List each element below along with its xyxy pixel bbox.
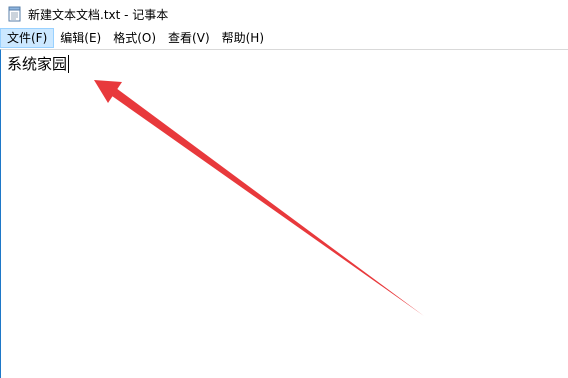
menu-edit[interactable]: 编辑(E): [54, 28, 107, 48]
notepad-icon: [8, 6, 22, 22]
menu-view[interactable]: 查看(V): [162, 28, 216, 48]
text-caret: [68, 55, 70, 73]
menu-format[interactable]: 格式(O): [107, 28, 162, 48]
title-bar: 新建文本文档.txt - 记事本: [0, 0, 568, 28]
notepad-window: 新建文本文档.txt - 记事本 文件(F) 编辑(E) 格式(O) 查看(V)…: [0, 0, 568, 378]
menu-bar: 文件(F) 编辑(E) 格式(O) 查看(V) 帮助(H): [0, 28, 568, 48]
menu-file[interactable]: 文件(F): [0, 28, 55, 48]
editor-text: 系统家园: [7, 55, 68, 73]
menu-help[interactable]: 帮助(H): [216, 28, 270, 48]
text-editor-area[interactable]: 系统家园: [0, 49, 568, 378]
window-title: 新建文本文档.txt - 记事本: [28, 7, 169, 22]
editor-content[interactable]: 系统家园: [7, 55, 70, 73]
